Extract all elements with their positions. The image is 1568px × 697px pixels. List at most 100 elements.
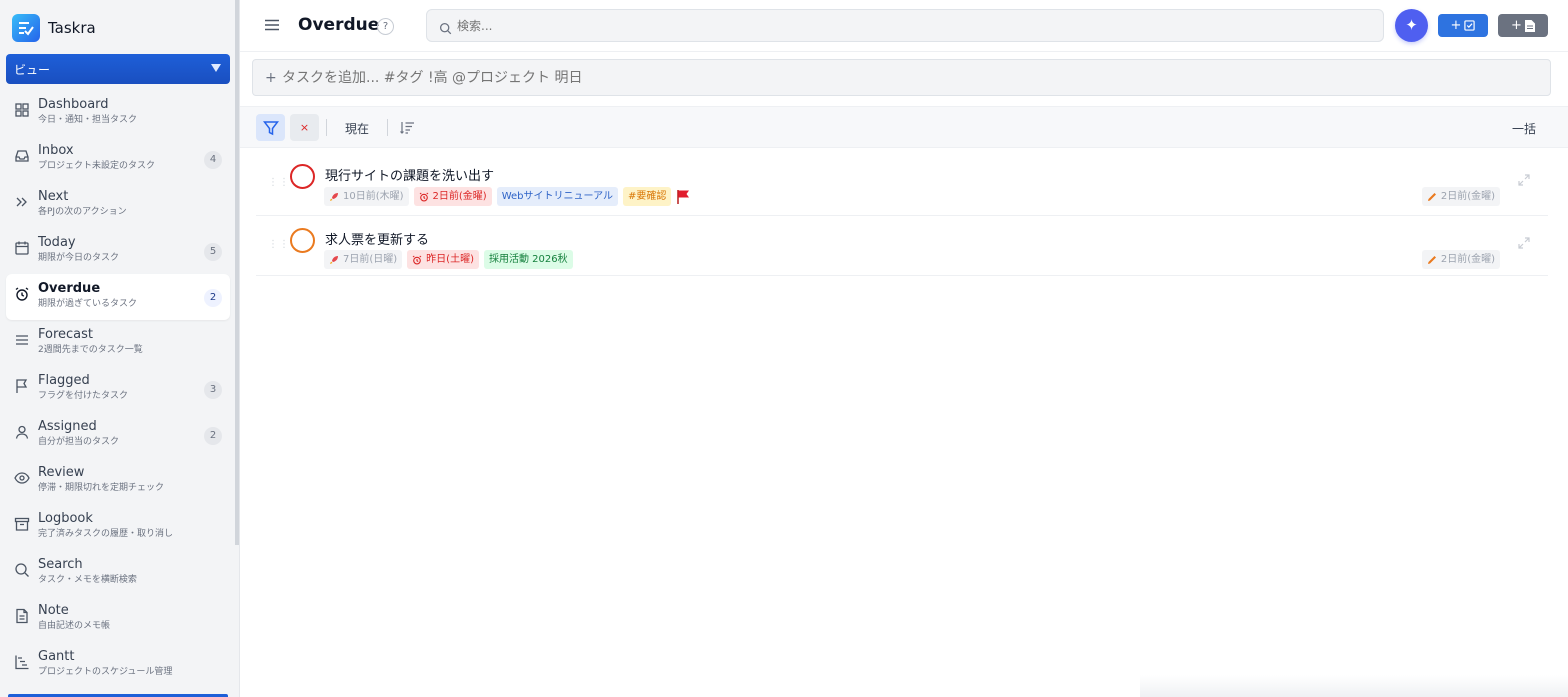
sidebar-item-review[interactable]: Review 停滞・期限切れを定期チェック bbox=[6, 458, 230, 504]
sidebar-item-label: Forecast bbox=[38, 327, 94, 342]
sidebar-item-label: Dashboard bbox=[38, 97, 109, 112]
header: Overdue ? ✦ + + bbox=[240, 0, 1568, 52]
app-logo-icon bbox=[12, 14, 40, 42]
updated-chip: 2日前(金曜) bbox=[1421, 187, 1500, 206]
sidebar-item-sub: 期限が過ぎているタスク bbox=[38, 299, 138, 309]
document-icon bbox=[6, 603, 38, 624]
sidebar-item-count: 3 bbox=[204, 381, 222, 399]
sidebar-item-forecast[interactable]: Forecast 2週間先までのタスク一覧 bbox=[6, 320, 230, 366]
sidebar-item-label: Note bbox=[38, 603, 69, 618]
quick-add-bar[interactable]: + bbox=[252, 59, 1551, 96]
search-input[interactable] bbox=[457, 16, 1357, 36]
sidebar-item-sub: 自分が担当のタスク bbox=[38, 437, 120, 447]
add-note-plus: + bbox=[1511, 18, 1522, 33]
sidebar-item-assigned[interactable]: Assigned 自分が担当のタスク 2 bbox=[6, 412, 230, 458]
plus-icon: + bbox=[265, 70, 277, 86]
task-title[interactable]: 求人票を更新する bbox=[325, 229, 429, 248]
bottom-shadow bbox=[1140, 675, 1568, 697]
sidebar-scrollbar[interactable] bbox=[235, 0, 239, 545]
clear-filter-button[interactable]: × bbox=[290, 114, 319, 141]
sidebar-item-count: 2 bbox=[204, 289, 222, 307]
sidebar-item-sub: 完了済みタスクの履歴・取り消し bbox=[38, 529, 174, 539]
page-title: Overdue bbox=[298, 15, 380, 35]
task-complete-checkbox[interactable] bbox=[290, 228, 315, 253]
sidebar-item-count: 4 bbox=[204, 151, 222, 169]
filter-button[interactable] bbox=[256, 114, 285, 141]
task-row[interactable]: ⋮⋮ 求人票を更新する 7日前(日曜) 昨日(土曜) 採用活動 2026秋 2日… bbox=[256, 219, 1548, 276]
start-date-chip[interactable]: 10日前(木曜) bbox=[324, 187, 409, 206]
search-icon bbox=[6, 557, 38, 578]
sidebar-item-next[interactable]: Next 各PJの次のアクション bbox=[6, 182, 230, 228]
sidebar-item-overdue[interactable]: Overdue 期限が過ぎているタスク 2 bbox=[6, 274, 230, 320]
task-complete-checkbox[interactable] bbox=[290, 164, 315, 189]
start-date-chip[interactable]: 7日前(日曜) bbox=[324, 250, 403, 269]
sidebar-item-label: Flagged bbox=[38, 373, 90, 388]
start-date-text: 7日前(日曜) bbox=[343, 254, 398, 265]
sidebar-item-label: Assigned bbox=[38, 419, 97, 434]
filter-icon bbox=[262, 120, 279, 135]
task-meta: 7日前(日曜) 昨日(土曜) 採用活動 2026秋 bbox=[324, 250, 573, 269]
hamburger-menu-icon[interactable] bbox=[264, 17, 280, 33]
sidebar-item-sub: プロジェクトのスケジュール管理 bbox=[38, 667, 173, 677]
task-row[interactable]: ⋮⋮ 現行サイトの課題を洗い出す 10日前(木曜) 2日前(金曜) Webサイト… bbox=[256, 154, 1548, 216]
pencil-icon bbox=[1427, 192, 1436, 201]
project-chip[interactable]: 採用活動 2026秋 bbox=[483, 250, 573, 269]
sidebar-item-label: Inbox bbox=[38, 143, 74, 158]
expand-icon[interactable] bbox=[1518, 234, 1530, 249]
add-task-plus: + bbox=[1450, 18, 1462, 33]
pencil-icon bbox=[1427, 255, 1436, 264]
start-date-text: 10日前(木曜) bbox=[343, 191, 404, 202]
sidebar-item-gantt[interactable]: Gantt プロジェクトのスケジュール管理 bbox=[6, 642, 230, 688]
archive-icon bbox=[6, 511, 38, 532]
sidebar-item-note[interactable]: Note 自由記述のメモ帳 bbox=[6, 596, 230, 642]
tag-chip[interactable]: #要確認 bbox=[623, 187, 672, 206]
view-select[interactable]: ビュー bbox=[6, 54, 230, 84]
sidebar-item-today[interactable]: Today 期限が今日のタスク 5 bbox=[6, 228, 230, 274]
drag-handle-icon[interactable]: ⋮⋮ bbox=[268, 240, 289, 252]
ai-assistant-button[interactable]: ✦ bbox=[1395, 9, 1428, 42]
updated-text: 2日前(金曜) bbox=[1440, 191, 1495, 202]
due-date-chip[interactable]: 2日前(金曜) bbox=[413, 187, 492, 206]
sidebar-item-sub: フラグを付けたタスク bbox=[38, 391, 129, 401]
sidebar-item-logbook[interactable]: Logbook 完了済みタスクの履歴・取り消し bbox=[6, 504, 230, 550]
checkbox-icon bbox=[1464, 20, 1476, 31]
expand-icon[interactable] bbox=[1518, 171, 1530, 186]
sparkle-icon: ✦ bbox=[1405, 16, 1418, 34]
drag-handle-icon[interactable]: ⋮⋮ bbox=[268, 178, 289, 190]
sort-icon[interactable] bbox=[400, 120, 416, 136]
alarm-clock-icon bbox=[6, 281, 38, 302]
grid-icon bbox=[6, 97, 38, 118]
now-button[interactable]: 現在 bbox=[345, 120, 369, 137]
due-date-text: 2日前(金曜) bbox=[432, 191, 487, 202]
red-flag-icon[interactable] bbox=[676, 189, 690, 205]
quick-add-input[interactable] bbox=[282, 68, 1482, 88]
updated-text: 2日前(金曜) bbox=[1440, 254, 1495, 265]
sidebar-item-search[interactable]: Search タスク・メモを横断検索 bbox=[6, 550, 230, 596]
alarm-clock-icon bbox=[412, 255, 422, 264]
flag-icon bbox=[6, 373, 38, 394]
sidebar: Taskra ビュー Dashboard 今日・通知・担当タスク Inbox プロジ… bbox=[0, 0, 240, 697]
sidebar-item-dashboard[interactable]: Dashboard 今日・通知・担当タスク bbox=[6, 90, 230, 136]
due-date-chip[interactable]: 昨日(土曜) bbox=[407, 250, 479, 269]
search-icon bbox=[439, 20, 452, 35]
user-icon bbox=[6, 419, 38, 440]
chevrons-right-icon bbox=[6, 189, 38, 210]
rocket-icon bbox=[330, 192, 338, 201]
due-date-text: 昨日(土曜) bbox=[426, 254, 474, 265]
document-icon bbox=[1524, 19, 1535, 32]
bulk-action-button[interactable]: 一括 bbox=[1512, 120, 1536, 137]
view-select-label: ビュー bbox=[14, 62, 51, 77]
add-note-button[interactable]: + bbox=[1498, 14, 1548, 37]
sidebar-item-sub: タスク・メモを横断検索 bbox=[38, 575, 137, 585]
task-title[interactable]: 現行サイトの課題を洗い出す bbox=[325, 165, 494, 184]
task-meta: 10日前(木曜) 2日前(金曜) Webサイトリニューアル #要確認 bbox=[324, 187, 690, 206]
sidebar-nav: Dashboard 今日・通知・担当タスク Inbox プロジェクト未設定のタスク … bbox=[6, 90, 230, 688]
project-chip[interactable]: Webサイトリニューアル bbox=[496, 187, 619, 206]
search-box[interactable] bbox=[426, 9, 1384, 42]
brand[interactable]: Taskra bbox=[0, 0, 239, 56]
sidebar-item-flagged[interactable]: Flagged フラグを付けたタスク 3 bbox=[6, 366, 230, 412]
sidebar-item-inbox[interactable]: Inbox プロジェクト未設定のタスク 4 bbox=[6, 136, 230, 182]
help-icon[interactable]: ? bbox=[377, 18, 394, 35]
sidebar-item-sub: 停滞・期限切れを定期チェック bbox=[38, 483, 165, 493]
add-task-button[interactable]: + bbox=[1438, 14, 1488, 37]
